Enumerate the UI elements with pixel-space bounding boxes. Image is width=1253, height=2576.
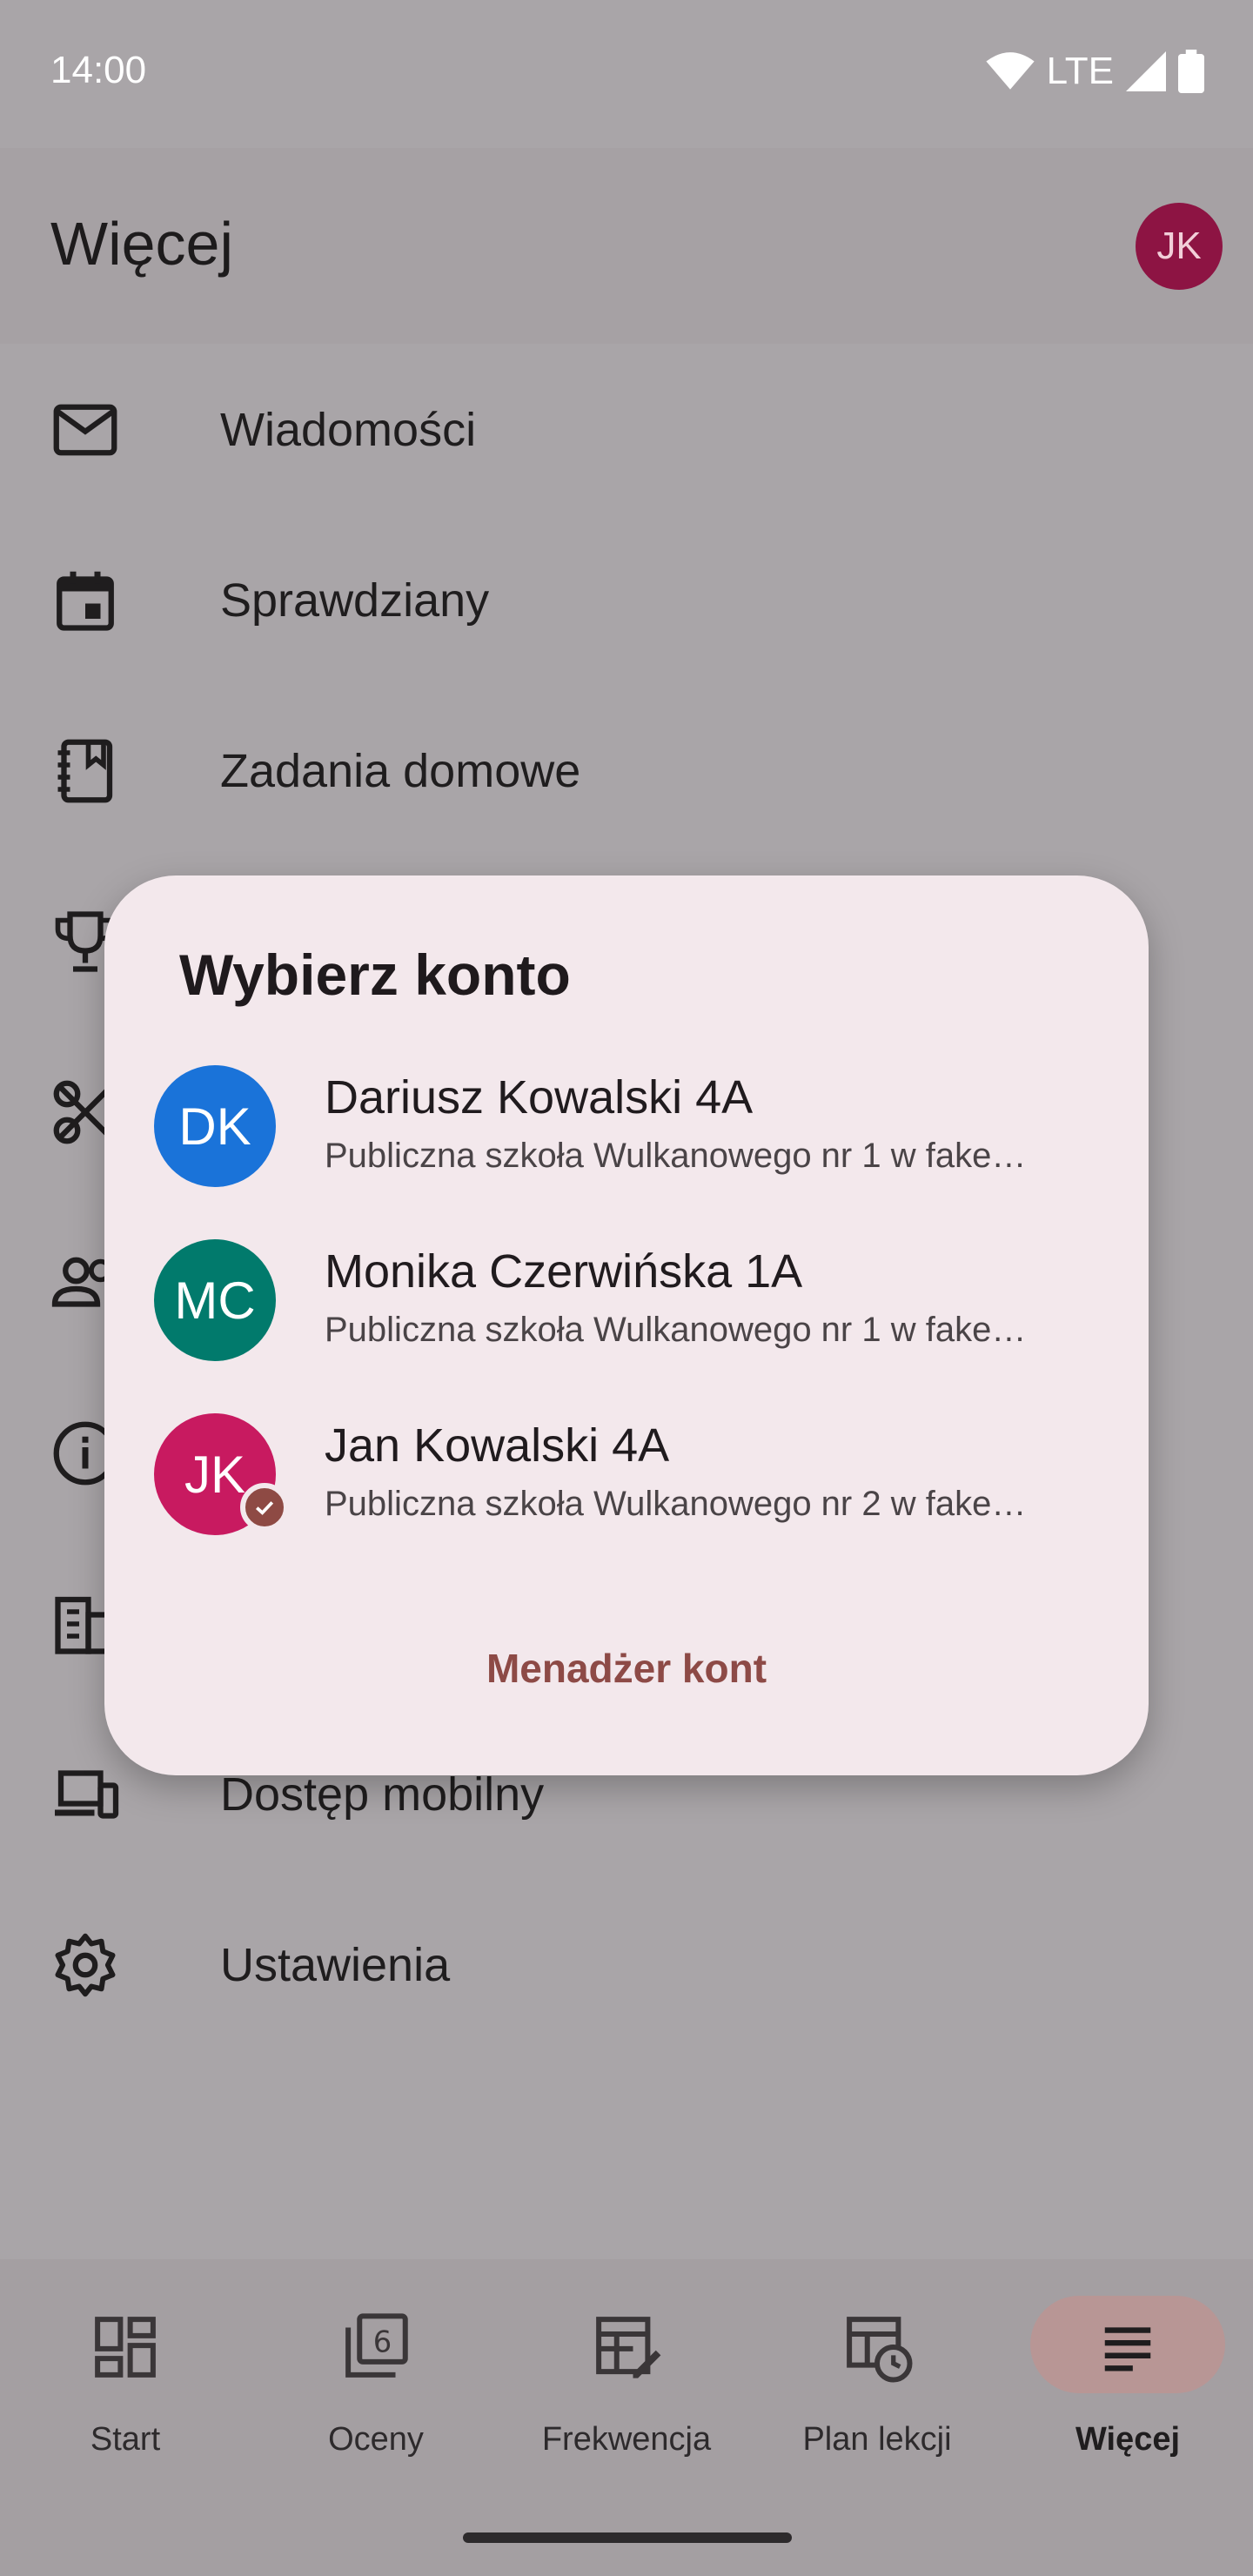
battery-icon <box>1178 50 1204 93</box>
account-school: Publiczna szkoła Wulkanowego nr 2 w fake… <box>325 1485 1027 1523</box>
menu-item-messages[interactable]: Wiadomości <box>0 345 1253 515</box>
account-school: Publiczna szkoła Wulkanowego nr 1 w fake… <box>325 1311 1027 1349</box>
menu-item-label: Dostęp mobilny <box>220 1768 545 1821</box>
mail-icon <box>53 404 117 456</box>
nav-item-attendance[interactable]: Frekwencja <box>501 2289 752 2472</box>
menu-item-label: Sprawdziany <box>220 574 490 627</box>
devices-icon <box>55 1770 119 1819</box>
account-manager-button[interactable]: Menadżer kont <box>104 1645 1149 1714</box>
network-type: LTE <box>1046 50 1114 92</box>
nav-item-more[interactable]: Więcej <box>1002 2289 1253 2472</box>
status-time: 14:00 <box>50 49 147 91</box>
nav-label: Więcej <box>1075 2421 1181 2458</box>
svg-text:6: 6 <box>373 2325 392 2359</box>
gesture-bar[interactable] <box>463 2532 792 2543</box>
menu-item-exams[interactable]: Sprawdziany <box>0 515 1253 686</box>
account-item-selected[interactable]: JK Jan Kowalski 4A Publiczna szkoła Wulk… <box>104 1392 1149 1566</box>
nav-label: Frekwencja <box>541 2421 712 2458</box>
nav-label: Plan lekcji <box>802 2421 952 2458</box>
menu-item-label: Zadania domowe <box>220 745 581 797</box>
gear-icon <box>55 1933 116 1997</box>
calendar-icon <box>57 571 114 631</box>
account-item[interactable]: MC Monika Czerwińska 1A Publiczna szkoła… <box>104 1218 1149 1392</box>
nav-label: Oceny <box>328 2421 424 2458</box>
homework-book-icon <box>57 739 113 803</box>
account-item[interactable]: DK Dariusz Kowalski 4A Publiczna szkoła … <box>104 1044 1149 1218</box>
more-icon <box>1104 2327 1151 2371</box>
menu-item-homework[interactable]: Zadania domowe <box>0 686 1253 856</box>
account-name: Monika Czerwińska 1A <box>325 1245 803 1298</box>
nav-item-grades[interactable]: 6 Oceny <box>251 2289 501 2472</box>
avatar: MC <box>154 1239 276 1361</box>
page-title: Więcej <box>50 210 234 278</box>
menu-item-label: Ustawienia <box>220 1939 451 1991</box>
nav-label: Start <box>90 2421 161 2458</box>
avatar: DK <box>154 1065 276 1187</box>
account-name: Jan Kowalski 4A <box>325 1419 670 1472</box>
account-name: Dariusz Kowalski 4A <box>325 1071 754 1124</box>
account-school: Publiczna szkoła Wulkanowego nr 1 w fake… <box>325 1137 1027 1175</box>
dashboard-icon <box>95 2317 156 2378</box>
nav-item-start[interactable]: Start <box>0 2289 251 2472</box>
nav-item-timetable[interactable]: Plan lekcji <box>752 2289 1002 2472</box>
signal-icon <box>1126 51 1166 91</box>
account-avatar-button[interactable]: JK <box>1136 203 1223 290</box>
attendance-icon <box>596 2317 661 2378</box>
status-icons: LTE <box>985 45 1204 97</box>
check-icon <box>240 1483 289 1532</box>
wifi-icon <box>985 52 1035 90</box>
menu-item-label: Wiadomości <box>220 404 477 456</box>
timetable-icon <box>847 2317 913 2383</box>
dialog-title: Wybierz konto <box>179 943 571 1007</box>
menu-item-settings[interactable]: Ustawienia <box>0 1880 1253 2050</box>
grades-icon: 6 <box>345 2313 408 2378</box>
